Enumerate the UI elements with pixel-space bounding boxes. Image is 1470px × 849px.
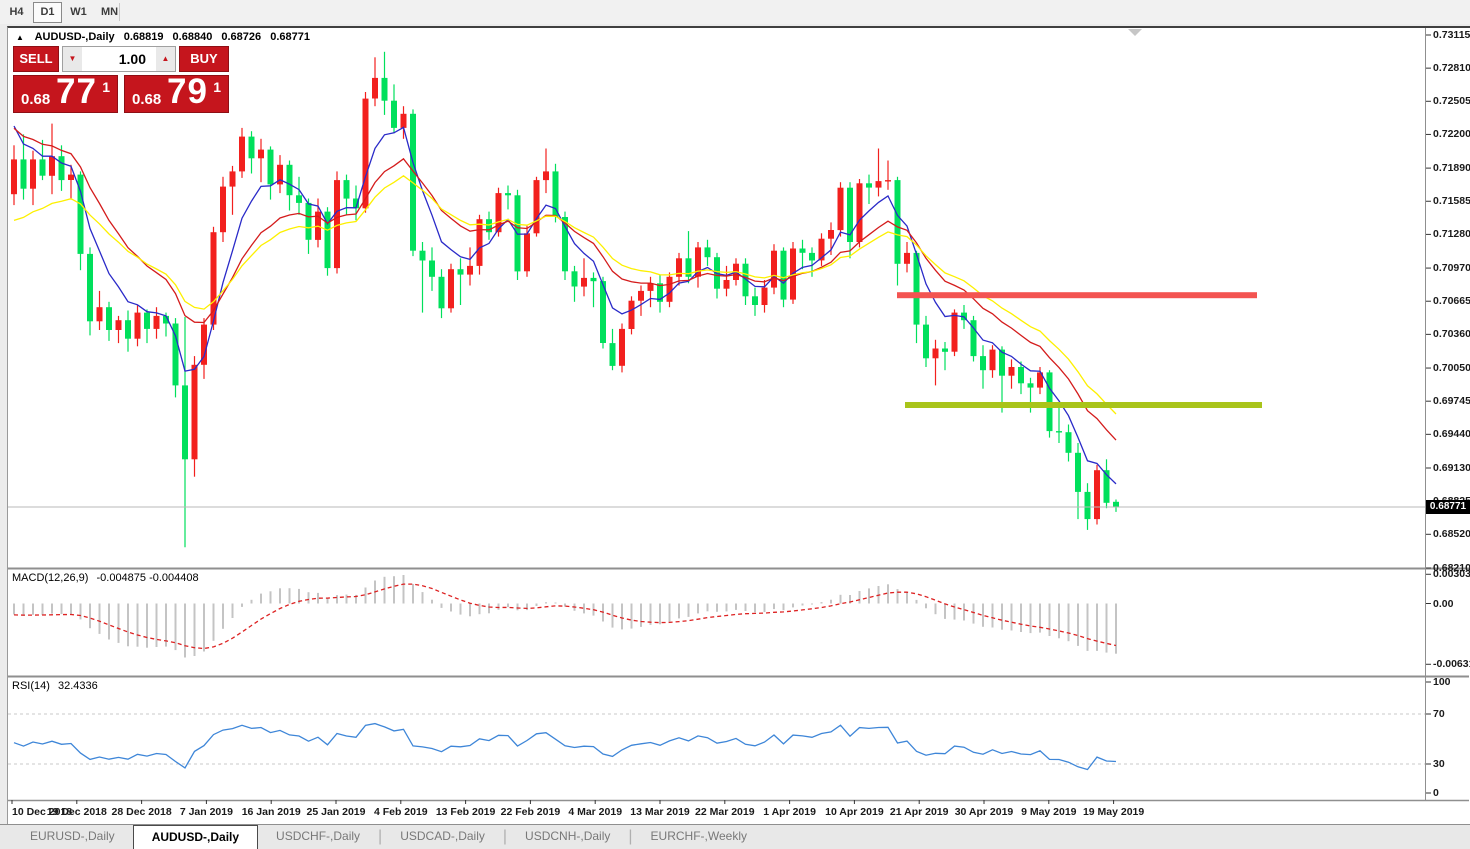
time-axis-label: 25 Jan 2019 — [307, 806, 366, 818]
chart-tab-audusd[interactable]: AUDUSD-,Daily — [133, 825, 258, 849]
sell-price-small: 0.68 — [21, 91, 50, 108]
price-axis-label: 0.72200 — [1433, 128, 1470, 140]
buy-price-big: 79 — [167, 72, 208, 112]
price-axis-label: 0.69440 — [1433, 428, 1470, 440]
rsi-axis-label: 30 — [1433, 758, 1445, 770]
time-axis-label: 16 Jan 2019 — [242, 806, 301, 818]
macd-axis-label: 0.00 — [1433, 598, 1453, 610]
time-axis-label: 19 May 2019 — [1083, 806, 1144, 818]
candlestick-series — [11, 52, 1119, 548]
chart-tab-eurchf[interactable]: EURCHF-,Weekly — [633, 825, 765, 849]
resistance-line[interactable] — [897, 292, 1257, 298]
low-value: 0.68726 — [221, 31, 261, 43]
support-line[interactable] — [905, 402, 1262, 408]
buy-price-sup: 1 — [213, 79, 221, 95]
symbol-label: AUDUSD-,Daily — [35, 31, 115, 43]
chart-tab-usdcnh[interactable]: USDCNH-,Daily — [507, 825, 628, 849]
chart-canvas — [0, 0, 1470, 849]
sell-price-sup: 1 — [102, 79, 110, 95]
ma-medium-line — [14, 128, 1116, 440]
buy-price-box[interactable]: 0.68 79 1 — [124, 75, 229, 113]
volume-input[interactable] — [82, 47, 156, 71]
buy-price-small: 0.68 — [132, 91, 161, 108]
rsi-line — [14, 724, 1116, 770]
macd-axis-label: -0.006311 — [1433, 658, 1470, 670]
high-value: 0.68840 — [173, 31, 213, 43]
time-axis-label: 22 Mar 2019 — [695, 806, 755, 818]
price-axis-label: 0.71890 — [1433, 162, 1470, 174]
price-axis-label: 0.72505 — [1433, 95, 1470, 107]
time-axis-label: 4 Feb 2019 — [374, 806, 428, 818]
volume-down-icon[interactable]: ▼ — [63, 47, 82, 71]
time-axis-label: 13 Feb 2019 — [436, 806, 496, 818]
macd-axis-label: 0.003035 — [1433, 568, 1470, 580]
rsi-axis-label: 70 — [1433, 708, 1445, 720]
chart-tab-eurusd[interactable]: EURUSD-,Daily — [12, 825, 133, 849]
macd-indicator-label: MACD(12,26,9) -0.004875 -0.004408 — [12, 572, 204, 584]
sell-button[interactable]: SELL — [13, 46, 59, 72]
price-axis-label: 0.70050 — [1433, 362, 1470, 374]
ma-fast-line — [14, 126, 1116, 484]
timeframe-button-d1[interactable]: D1 — [33, 2, 62, 23]
one-click-trade-panel: SELL ▼ ▲ BUY 0.68 77 1 0.68 79 1 — [13, 46, 229, 113]
sell-price-big: 77 — [56, 72, 97, 112]
time-axis-label: 30 Apr 2019 — [955, 806, 1014, 818]
chart-title: ▲ AUDUSD-,Daily 0.68819 0.68840 0.68726 … — [16, 31, 316, 43]
price-axis-label: 0.71585 — [1433, 195, 1470, 207]
macd-signal-line — [14, 584, 1116, 648]
time-axis-label: 13 Mar 2019 — [630, 806, 690, 818]
mt4-terminal: H4D1W1MN ▲ AUDUSD-,Daily 0.68819 0.68840… — [0, 0, 1470, 849]
buy-button[interactable]: BUY — [179, 46, 229, 72]
time-axis-label: 19 Dec 2018 — [47, 806, 107, 818]
time-axis-label: 9 May 2019 — [1021, 806, 1076, 818]
timeframe-toolbar: H4D1W1MN — [0, 0, 1470, 24]
chart-shift-marker-icon[interactable] — [1128, 29, 1142, 36]
volume-up-icon[interactable]: ▲ — [156, 47, 175, 71]
macd-values: -0.004875 -0.004408 — [96, 572, 198, 584]
rsi-indicator-label: RSI(14) 32.4336 — [12, 680, 103, 692]
time-axis-label: 7 Jan 2019 — [180, 806, 233, 818]
close-value: 0.68771 — [270, 31, 310, 43]
chart-tab-usdchf[interactable]: USDCHF-,Daily — [258, 825, 378, 849]
timeframe-button-h4[interactable]: H4 — [2, 2, 31, 23]
price-axis-label: 0.70970 — [1433, 262, 1470, 274]
timeframe-buttons: H4D1W1MN — [0, 0, 1470, 23]
rsi-axis-label: 0 — [1433, 787, 1439, 799]
open-value: 0.68819 — [124, 31, 164, 43]
current-price-tag: 0.68771 — [1426, 500, 1470, 514]
chart-tab-bar: EURUSD-,DailyAUDUSD-,DailyUSDCHF-,Daily|… — [0, 824, 1470, 849]
time-axis-label: 1 Apr 2019 — [763, 806, 816, 818]
toolbar-separator — [119, 3, 120, 21]
price-axis-label: 0.72810 — [1433, 62, 1470, 74]
rsi-value: 32.4336 — [58, 680, 98, 692]
price-axis-label: 0.70665 — [1433, 295, 1470, 307]
time-axis-label: 4 Mar 2019 — [568, 806, 622, 818]
time-axis-label: 10 Apr 2019 — [825, 806, 884, 818]
macd-histogram — [14, 575, 1116, 658]
price-axis-label: 0.70360 — [1433, 328, 1470, 340]
price-axis-label: 0.69130 — [1433, 462, 1470, 474]
time-axis-label: 28 Dec 2018 — [112, 806, 172, 818]
volume-stepper: ▼ ▲ — [62, 46, 176, 72]
collapse-panel-icon[interactable]: ▲ — [16, 33, 24, 42]
chart-tab-usdcad[interactable]: USDCAD-,Daily — [382, 825, 503, 849]
sell-price-box[interactable]: 0.68 77 1 — [13, 75, 118, 113]
macd-name: MACD(12,26,9) — [12, 572, 88, 584]
time-axis-label: 22 Feb 2019 — [501, 806, 561, 818]
rsi-name: RSI(14) — [12, 680, 50, 692]
price-axis-label: 0.69745 — [1433, 395, 1470, 407]
price-axis-label: 0.68520 — [1433, 528, 1470, 540]
price-axis-label: 0.71280 — [1433, 228, 1470, 240]
time-axis-label: 21 Apr 2019 — [890, 806, 949, 818]
rsi-axis-label: 100 — [1433, 676, 1451, 688]
timeframe-button-w1[interactable]: W1 — [64, 2, 93, 23]
price-axis-label: 0.73115 — [1433, 29, 1470, 41]
